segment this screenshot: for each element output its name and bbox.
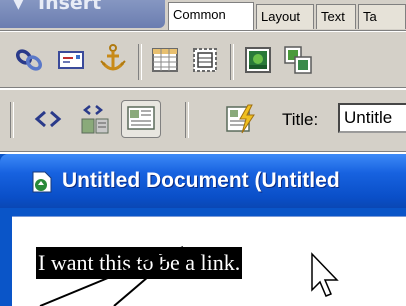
mouse-pointer-icon — [311, 252, 339, 297]
callout-line — [39, 246, 184, 306]
callout-line — [113, 246, 184, 306]
annotation-overlay — [39, 246, 339, 306]
